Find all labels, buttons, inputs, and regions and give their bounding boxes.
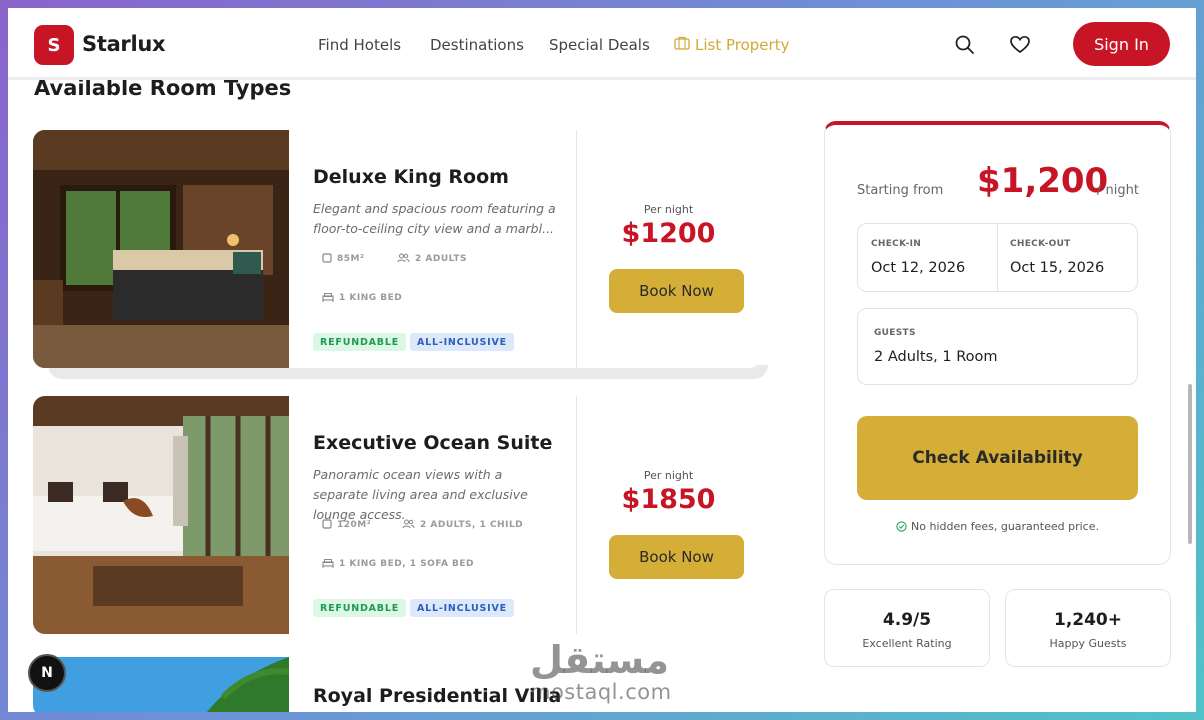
- room-photo[interactable]: [33, 657, 289, 712]
- room-occupancy: 2 ADULTS, 1 CHILD: [402, 519, 523, 530]
- scrollbar-thumb[interactable]: [1188, 384, 1192, 544]
- per-night-label: Per night: [643, 469, 694, 482]
- card-divider: [576, 130, 577, 368]
- rating-stat: 4.9/5 Excellent Rating: [824, 589, 990, 667]
- watermark-latin: mostaql.com: [530, 680, 672, 704]
- room-description: Elegant and spacious room featuring a fl…: [313, 201, 556, 236]
- check-circle-icon: [896, 521, 907, 532]
- checkout-date[interactable]: Oct 15, 2026: [1010, 260, 1104, 276]
- top-navbar: S Starlux Find Hotels Destinations Speci…: [8, 8, 1196, 80]
- check-availability-button[interactable]: Check Availability: [857, 416, 1138, 500]
- sign-in-button[interactable]: Sign In: [1073, 22, 1170, 66]
- per-night-label: Per night: [643, 203, 694, 216]
- starting-price: $1,200: [977, 161, 1109, 201]
- booking-panel: Starting from $1,200 / night CHECK-IN Oc…: [824, 121, 1171, 565]
- tag-all-inclusive: ALL-INCLUSIVE: [410, 599, 514, 617]
- checkout-label: CHECK-OUT: [1010, 239, 1071, 249]
- per-night-unit: / night: [1097, 183, 1139, 198]
- guarantee-note: No hidden fees, guaranteed price.: [825, 520, 1170, 533]
- room-size: 120M²: [322, 519, 371, 530]
- checkin-date[interactable]: Oct 12, 2026: [871, 260, 965, 276]
- brand-name[interactable]: Starlux: [82, 32, 166, 56]
- room-card[interactable]: Deluxe King Room Elegant and spacious ro…: [33, 130, 761, 368]
- room-name[interactable]: Royal Presidential Villa: [313, 685, 561, 707]
- nextjs-badge[interactable]: N: [28, 654, 66, 692]
- nav-destinations[interactable]: Destinations: [430, 36, 524, 54]
- room-photo[interactable]: [33, 396, 289, 634]
- area-icon: [322, 519, 332, 529]
- nav-special-deals[interactable]: Special Deals: [549, 36, 650, 54]
- room-photo[interactable]: [33, 130, 289, 368]
- room-occupancy: 2 ADULTS: [397, 253, 467, 264]
- app-window: S Starlux Find Hotels Destinations Speci…: [8, 8, 1196, 712]
- room-size: 85M²: [322, 253, 364, 264]
- bed-icon: [322, 293, 334, 302]
- tag-refundable: REFUNDABLE: [313, 599, 406, 617]
- room-name[interactable]: Deluxe King Room: [313, 166, 509, 188]
- search-icon[interactable]: [954, 34, 976, 56]
- tag-refundable: REFUNDABLE: [313, 333, 406, 351]
- room-description: Panoramic ocean views with a separate li…: [313, 467, 528, 522]
- date-range-picker[interactable]: CHECK-IN Oct 12, 2026 CHECK-OUT Oct 15, …: [857, 223, 1138, 292]
- room-card[interactable]: Executive Ocean Suite Panoramic ocean vi…: [33, 396, 761, 634]
- area-icon: [322, 253, 332, 263]
- heart-icon[interactable]: [1009, 34, 1031, 56]
- guests-value[interactable]: 2 Adults, 1 Room: [874, 349, 998, 365]
- starting-from-label: Starting from: [857, 183, 944, 198]
- rating-value: 4.9/5: [882, 610, 932, 630]
- briefcase-icon: [674, 36, 690, 50]
- tag-all-inclusive: ALL-INCLUSIVE: [410, 333, 514, 351]
- room-beds: 1 KING BED: [322, 292, 402, 303]
- bed-icon: [322, 559, 334, 568]
- watermark: مستقل mostaql.com: [530, 640, 672, 704]
- room-price: $1850: [621, 484, 716, 515]
- room-beds: 1 KING BED, 1 SOFA BED: [322, 558, 474, 569]
- guests-selector[interactable]: GUESTS 2 Adults, 1 Room: [857, 308, 1138, 385]
- book-now-button[interactable]: Book Now: [609, 269, 744, 313]
- guests-label: GUESTS: [874, 328, 916, 338]
- book-now-button[interactable]: Book Now: [609, 535, 744, 579]
- date-divider: [997, 224, 998, 291]
- guests-stat: 1,240+ Happy Guests: [1005, 589, 1171, 667]
- room-price: $1200: [621, 218, 716, 249]
- nav-list-property[interactable]: List Property: [695, 36, 789, 54]
- card-divider: [576, 396, 577, 634]
- watermark-arabic: مستقل: [530, 638, 669, 682]
- nav-find-hotels[interactable]: Find Hotels: [318, 36, 401, 54]
- checkin-label: CHECK-IN: [871, 239, 922, 249]
- guests-stat-label: Happy Guests: [1049, 637, 1127, 650]
- rating-label: Excellent Rating: [862, 637, 952, 650]
- users-icon: [397, 253, 410, 263]
- users-icon: [402, 519, 415, 529]
- logo-icon[interactable]: S: [34, 25, 74, 65]
- guests-stat-value: 1,240+: [1053, 610, 1123, 630]
- room-name[interactable]: Executive Ocean Suite: [313, 432, 552, 454]
